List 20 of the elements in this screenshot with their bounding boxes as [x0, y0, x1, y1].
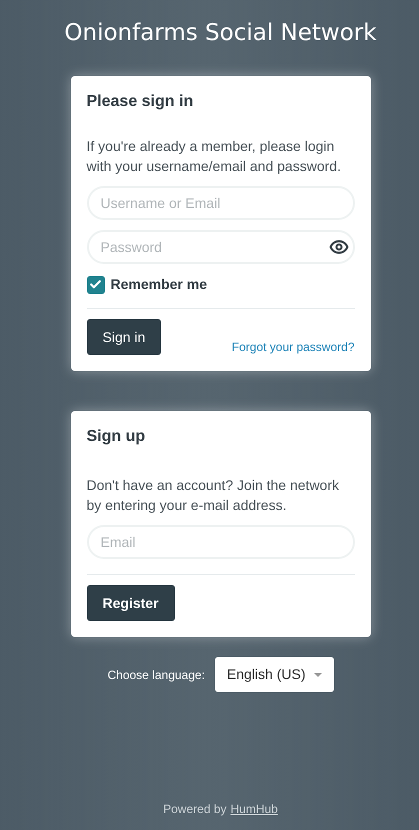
register-button[interactable]: Register [86, 585, 175, 621]
intro-text: Don't have an account? Join the network by entering your e-mail address. [86, 476, 340, 515]
sign-in-button[interactable]: Sign in [86, 319, 162, 355]
intro-text: If you're already a member, please login with your username/email and password. [86, 137, 342, 176]
card-heading: Please sign in [86, 92, 194, 112]
footer-text: Powered by [163, 801, 226, 818]
caret-icon [314, 672, 322, 676]
username-field[interactable]: Username or Email [86, 186, 354, 220]
password-field[interactable]: Password [86, 230, 354, 264]
remember-label: Remember me [110, 275, 207, 294]
check-icon [89, 278, 102, 291]
show-password-icon[interactable] [328, 237, 348, 257]
language-select[interactable]: English (US) [214, 657, 334, 692]
forgot-password-link[interactable]: Forgot your password? [232, 338, 354, 356]
language-label: Choose language: [107, 666, 205, 684]
email-field[interactable]: Email [86, 525, 354, 559]
card-heading: Sign up [86, 427, 146, 447]
checkbox[interactable] [86, 276, 104, 294]
site-title: Onionfarms Social Network [64, 19, 377, 48]
humhub-link[interactable]: HumHub [230, 800, 278, 818]
